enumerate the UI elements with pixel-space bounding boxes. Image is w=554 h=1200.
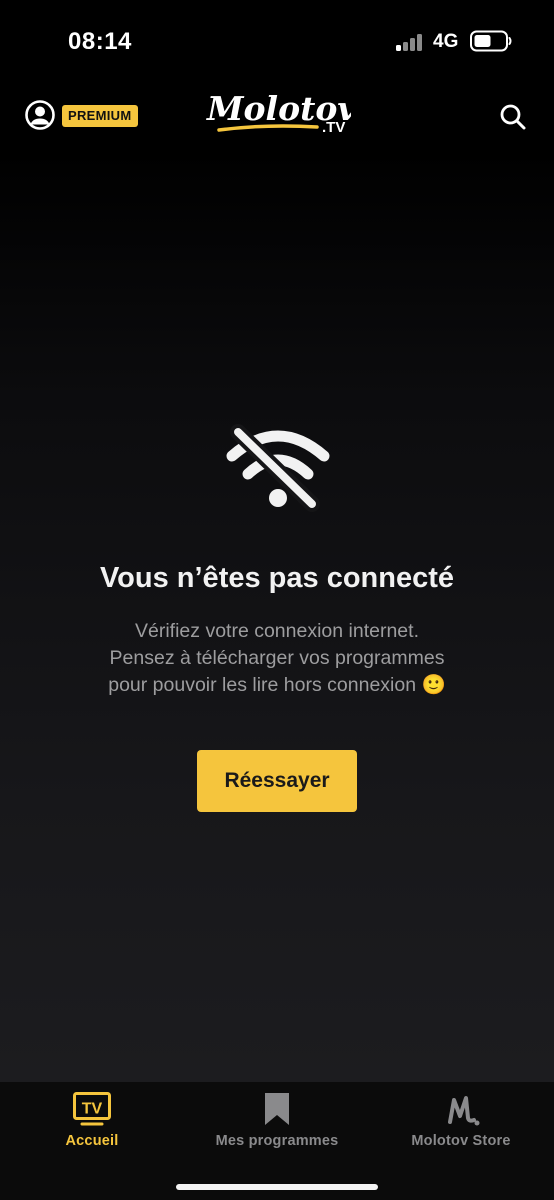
offline-description: Vérifiez votre connexion internet. Pense… [40,618,514,699]
status-time: 08:14 [68,28,132,55]
app-header: PREMIUM Molotov .TV [0,80,554,152]
bottom-tab-bar: TV Accueil Mes programmes Molotov Store [0,1082,554,1200]
tab-label: Accueil [65,1133,119,1149]
tab-accueil[interactable]: TV Accueil [32,1082,152,1172]
home-indicator[interactable] [176,1184,378,1190]
tab-label: Molotov Store [411,1133,511,1149]
search-icon[interactable] [498,102,528,132]
offline-title: Vous n’êtes pas connecté [99,562,455,594]
app-screen: 08:14 4G PREMIUM Molotov .TV Vous n’êtes… [0,0,554,1200]
offline-description-line: Vérifiez votre connexion internet. [135,620,419,642]
offline-description-line: pour pouvoir les lire hors connexion 🙂 [108,674,446,696]
svg-text:.TV: .TV [322,119,345,136]
retry-button[interactable]: Réessayer [197,750,357,812]
cellular-signal-icon [396,33,424,51]
tab-mes-programmes[interactable]: Mes programmes [196,1082,358,1172]
tv-icon: TV [73,1092,111,1126]
user-icon[interactable] [24,99,56,131]
network-type: 4G [433,31,459,52]
molotov-m-icon [448,1096,480,1126]
svg-text:TV: TV [82,1101,103,1118]
status-bar: 08:14 4G [0,0,554,80]
tab-label: Mes programmes [215,1133,339,1149]
tab-molotov-store[interactable]: Molotov Store [398,1082,524,1172]
molotov-logo[interactable]: Molotov .TV [205,86,351,142]
bookmark-icon [265,1093,289,1125]
offline-description-line: Pensez à télécharger vos programmes [109,647,445,669]
premium-badge[interactable]: PREMIUM [62,105,138,127]
wifi-off-icon [226,424,330,512]
battery-icon [470,30,512,52]
